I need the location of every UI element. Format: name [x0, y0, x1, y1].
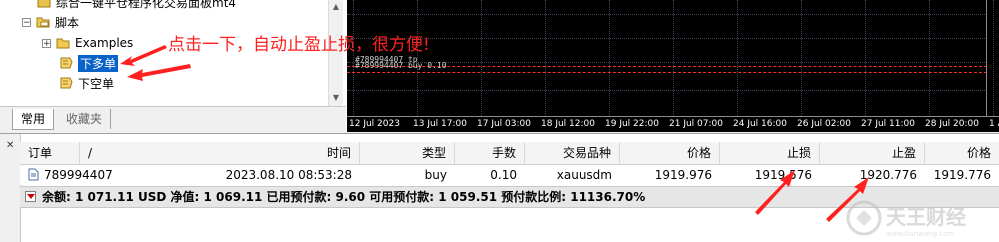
grid-hline: [347, 38, 987, 39]
grid-vline: [545, 0, 546, 116]
grid-vline: [865, 0, 866, 116]
tree-item-label: 下空单: [78, 76, 115, 91]
time-axis: 12 Jul 2023 13 Jul 17:00 17 Jul 03:00 18 Ju…: [347, 116, 999, 132]
col-price[interactable]: 价格: [925, 142, 999, 164]
col-take-profit[interactable]: 止盈: [820, 142, 925, 164]
order-line[interactable]: [347, 72, 987, 73]
col-type[interactable]: 类型: [360, 142, 455, 164]
col-order[interactable]: 订单: [20, 142, 80, 164]
grid-vline: [481, 0, 482, 116]
col-time[interactable]: 时间: [155, 142, 360, 164]
col-stop-loss[interactable]: 止损: [720, 142, 820, 164]
grid-vline: [737, 0, 738, 116]
order-time: 2023.08.10 08:53:28: [225, 168, 352, 182]
time-tick-label: 1 Aug: [989, 119, 999, 129]
close-icon[interactable]: ✕: [6, 140, 14, 151]
grid-hline: [347, 90, 987, 91]
time-tick-label: 13 Jul 17:00: [413, 119, 467, 129]
tab-favorites[interactable]: 收藏夹: [58, 109, 112, 129]
order-price: 1919.776: [933, 168, 991, 182]
tree-item-label: 综合一键平仓程序化交易面板mt4: [56, 0, 237, 10]
order-type: buy: [424, 168, 447, 182]
tree-item-buy-script[interactable]: 下多单: [58, 53, 120, 73]
col-lots[interactable]: 手数: [455, 142, 525, 164]
trade-table-header: 订单 / 时间 类型 手数 交易品种 价格 止损 止盈 价格: [20, 142, 999, 165]
terminal-side-strip: ✕: [0, 134, 21, 242]
svg-text:天王财经: 天王财经: [886, 205, 966, 229]
time-tick-label: 26 Jul 02:00: [797, 119, 851, 129]
grid-vline: [353, 0, 354, 116]
script-icon: [60, 77, 73, 89]
price-chart[interactable]: #789994407 tp #789994407 buy 0.10 12 Jul…: [347, 0, 999, 132]
table-row[interactable]: 789994407 2023.08.10 08:53:28 buy 0.10 x…: [20, 165, 999, 185]
price-scale[interactable]: [986, 0, 999, 116]
col-symbol[interactable]: 交易品种: [525, 142, 620, 164]
scripts-folder-icon: [36, 17, 50, 28]
sort-icon[interactable]: /: [80, 142, 155, 164]
grid-vline: [801, 0, 802, 116]
tree-item-panel-ea[interactable]: 综合一键平仓程序化交易面板mt4: [36, 0, 236, 11]
account-summary: 余额: 1 071.11 USD 净值: 1 069.11 已用预付款: 9.6…: [42, 190, 646, 204]
order-symbol: xauusdm: [556, 168, 612, 182]
expert-icon: [37, 0, 51, 8]
order-label: #789994407 buy 0.10: [355, 61, 447, 70]
tree-item-label: 下多单: [76, 53, 120, 73]
order-open-price: 1919.976: [654, 168, 712, 182]
order-stop-loss: 1919.576: [754, 168, 812, 182]
tree-item-scripts[interactable]: − 脚本: [22, 13, 79, 31]
grid-vline: [673, 0, 674, 116]
svg-text:www.tianwang.com: www.tianwang.com: [886, 230, 954, 238]
order-ticket: 789994407: [44, 168, 113, 182]
collapse-icon[interactable]: −: [22, 17, 31, 27]
col-open-price[interactable]: 价格: [620, 142, 720, 164]
tab-common[interactable]: 常用: [12, 109, 55, 130]
time-tick-label: 19 Jul 22:00: [605, 119, 659, 129]
time-tick-label: 17 Jul 03:00: [477, 119, 531, 129]
watermark-logo: 天王财经 www.tianwang.com: [846, 200, 966, 238]
navigator-tabs: 常用 收藏夹: [0, 106, 346, 133]
grid-hline: [347, 14, 987, 15]
grid-vline: [929, 0, 930, 116]
tree-item-label: 脚本: [55, 15, 80, 30]
order-take-profit: 1920.776: [859, 168, 917, 182]
tree-item-sell-script[interactable]: 下空单: [58, 74, 114, 92]
time-tick-label: 18 Jul 12:00: [541, 119, 595, 129]
tree-item-label: Examples: [75, 36, 134, 50]
scroll-down-icon[interactable]: ▼: [331, 93, 341, 103]
time-tick-label: 27 Jul 11:00: [861, 119, 915, 129]
time-tick-label: 28 Jul 20:00: [925, 119, 979, 129]
collapse-arrow-icon[interactable]: [25, 191, 36, 202]
annotation-text: 点击一下，自动止盈止损，很方便!: [168, 35, 430, 55]
order-lots: 0.10: [490, 168, 517, 182]
tree-item-examples[interactable]: + Examples: [42, 34, 133, 52]
script-icon: [60, 57, 73, 69]
time-tick-label: 12 Jul 2023: [349, 119, 400, 129]
folder-icon: [56, 38, 70, 49]
expand-icon[interactable]: +: [42, 38, 51, 48]
time-tick-label: 21 Jul 07:00: [669, 119, 723, 129]
navigator-panel: 综合一键平仓程序化交易面板mt4 − 脚本 + Examples 下多单 下空单…: [0, 0, 348, 133]
grid-vline: [609, 0, 610, 116]
scroll-up-icon[interactable]: ▲: [331, 2, 341, 12]
time-tick-label: 24 Jul 16:00: [733, 119, 787, 129]
